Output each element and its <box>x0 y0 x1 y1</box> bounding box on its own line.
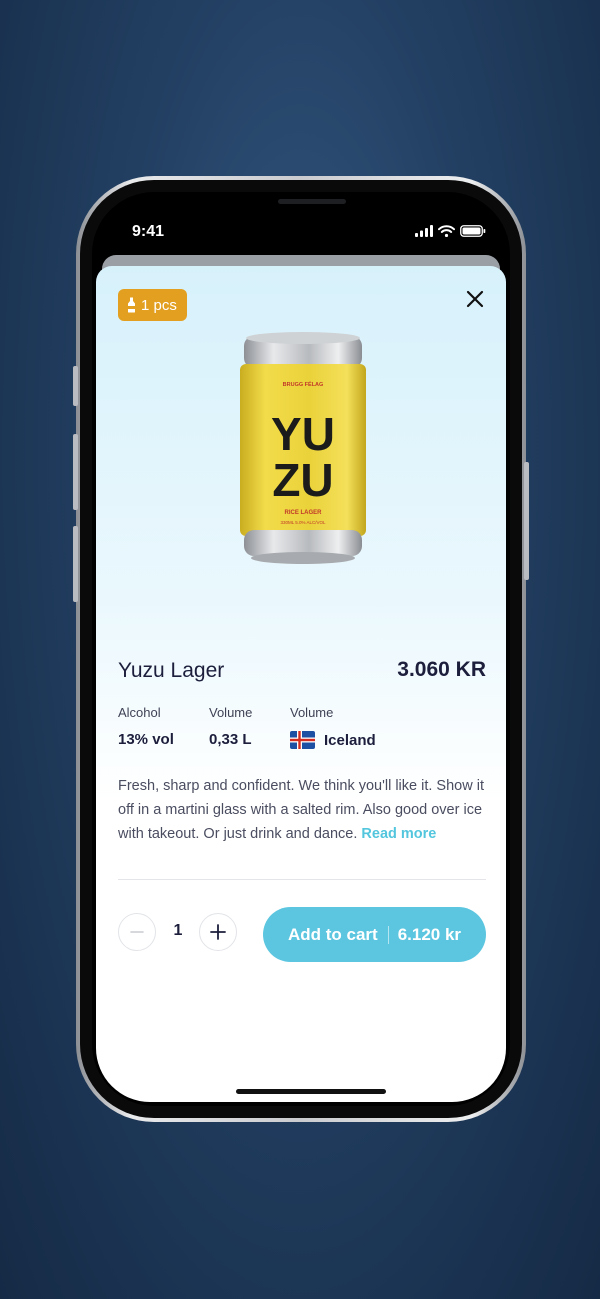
home-indicator[interactable] <box>236 1089 386 1094</box>
can-subtitle: RICE LAGER <box>284 510 322 516</box>
spec-volume: Volume 0,33 L <box>209 705 252 748</box>
volume-down-button <box>73 526 78 602</box>
signal-bars-icon <box>415 225 433 237</box>
plus-icon <box>210 924 226 940</box>
quantity-badge: 1 pcs <box>118 289 187 321</box>
product-name: Yuzu Lager <box>118 659 225 682</box>
divider <box>118 879 486 880</box>
can-brand: BRUGG FÉLAG <box>283 380 324 388</box>
spec-origin: Volume Iceland <box>290 705 376 749</box>
spec-label: Alcohol <box>118 705 161 720</box>
spec-value: 0,33 L <box>209 731 252 748</box>
read-more-link[interactable]: Read more <box>361 826 436 842</box>
add-to-cart-button[interactable]: Add to cart 6.120 kr <box>263 907 486 962</box>
phone-frame: 9:41 1 pcs BRUGG FÉLAG YU ZU RICE LAGER … <box>73 176 529 1122</box>
status-time: 9:41 <box>132 223 165 240</box>
power-button <box>524 462 529 580</box>
silent-switch <box>73 366 78 406</box>
bottle-icon <box>128 297 135 313</box>
add-to-cart-label: Add to cart <box>287 924 378 944</box>
spec-label: Volume <box>290 705 334 720</box>
close-button[interactable] <box>460 284 490 314</box>
product-price: 3.060 KR <box>397 658 486 681</box>
can-title-line1: YU <box>271 408 335 460</box>
quantity-value: 1 <box>173 922 183 939</box>
volume-up-button <box>73 434 78 510</box>
battery-icon <box>460 225 486 237</box>
speaker-grille <box>278 199 346 204</box>
product-image: BRUGG FÉLAG YU ZU RICE LAGER 330ML 5.0% … <box>236 330 370 566</box>
spec-value: 13% vol <box>118 731 174 748</box>
beer-can-illustration: BRUGG FÉLAG YU ZU RICE LAGER 330ML 5.0% … <box>240 332 366 564</box>
decrease-quantity-button[interactable] <box>118 913 156 951</box>
phone-screen: 9:41 1 pcs BRUGG FÉLAG YU ZU RICE LAGER … <box>92 192 510 1106</box>
cart-total: 6.120 kr <box>397 924 462 944</box>
spec-value: Iceland <box>324 731 376 749</box>
close-icon <box>466 290 484 308</box>
can-fineprint: 330ML 5.0% ALC/VOL <box>280 520 326 525</box>
minus-icon <box>130 931 144 933</box>
increase-quantity-button[interactable] <box>199 913 237 951</box>
badge-label: 1 pcs <box>141 296 177 314</box>
product-description: Fresh, sharp and confident. We think you… <box>118 774 488 846</box>
spec-alcohol: Alcohol 13% vol <box>118 705 174 748</box>
iceland-flag-icon <box>290 731 315 749</box>
phone-bezel: 9:41 1 pcs BRUGG FÉLAG YU ZU RICE LAGER … <box>80 180 522 1118</box>
spec-label: Volume <box>209 705 253 720</box>
wifi-icon <box>438 225 455 237</box>
can-title-line2: ZU <box>272 454 333 506</box>
status-icons <box>415 224 486 238</box>
product-detail-sheet: 1 pcs BRUGG FÉLAG YU ZU RICE LAGER 330ML… <box>96 266 506 1102</box>
button-separator <box>387 925 389 944</box>
